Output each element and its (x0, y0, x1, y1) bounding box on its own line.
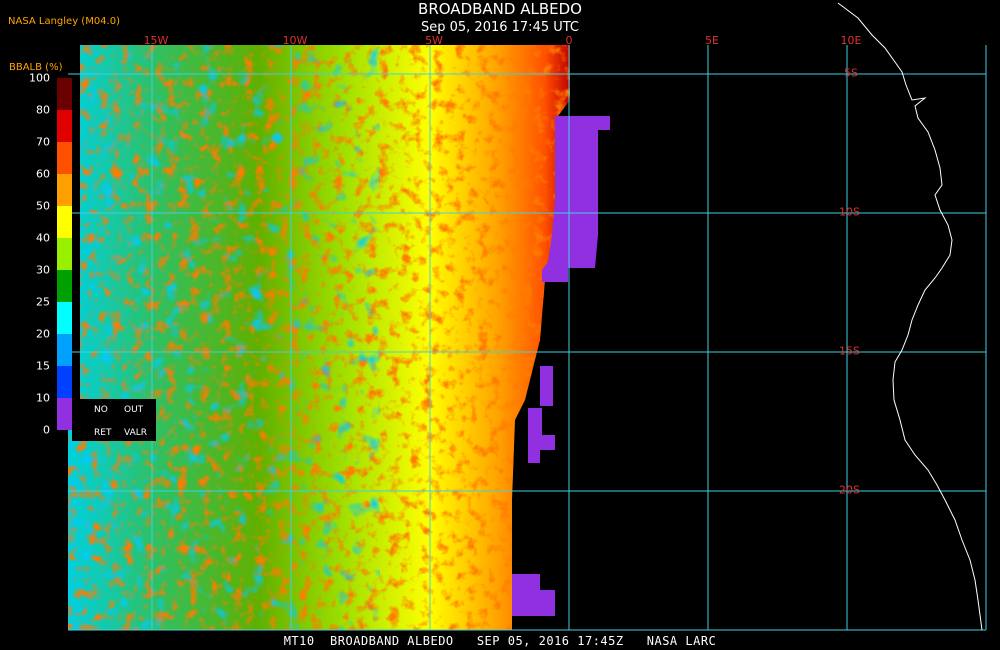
legend-swatch-100 (57, 78, 72, 110)
map-subtitle: Sep 05, 2016 17:45 UTC (420, 20, 580, 35)
lon-label-5w: 5W (425, 34, 443, 47)
legend-tick: 40 (36, 231, 50, 245)
lat-label-5s: 5S (844, 66, 858, 80)
legend-swatch-50 (57, 206, 72, 238)
legend-tick: 20 (36, 327, 50, 341)
lon-label-0: 0 (565, 34, 573, 47)
legend-valr-label: VALR (124, 428, 148, 438)
legend-ret-label: RET (94, 428, 112, 438)
lon-label-15w: 15W (143, 34, 169, 47)
legend-tick: 10 (36, 391, 50, 405)
legend-swatch-15 (57, 366, 72, 398)
legend-swatch-60 (57, 174, 72, 206)
legend-nodata-box: NO OUT RET VALR (72, 399, 156, 441)
legend-tick: 50 (36, 199, 50, 213)
legend-tick: 100 (29, 71, 50, 85)
lon-label-10e: 10E (840, 34, 862, 47)
albedo-swath (68, 45, 570, 630)
legend-swatch-80 (57, 110, 72, 142)
legend-tick: 30 (36, 263, 50, 277)
albedo-map (68, 2, 987, 631)
footer-caption: MT10 BROADBAND ALBEDO SEP 05, 2016 17:45… (283, 634, 717, 648)
coastline (837, 2, 983, 631)
legend-swatch-40 (57, 238, 72, 270)
producer-label: NASA Langley (M04.0) (8, 16, 120, 27)
lon-label-5e: 5E (705, 34, 719, 47)
legend-tick: 80 (36, 103, 50, 117)
legend-swatch-30 (57, 270, 72, 302)
legend-out-label: OUT (124, 405, 144, 415)
lat-label-10s: 10S (839, 205, 860, 219)
legend-tick: 15 (36, 359, 50, 373)
legend-tick: 60 (36, 167, 50, 181)
legend-swatch-25 (57, 302, 72, 334)
lat-label-15s: 15S (839, 344, 860, 358)
map-title: BROADBAND ALBEDO (418, 0, 582, 18)
legend-no-label: NO (94, 405, 108, 415)
legend-tick: 70 (36, 135, 50, 149)
legend-tick: 25 (36, 295, 50, 309)
lon-label-10w: 10W (282, 34, 308, 47)
legend-swatch-70 (57, 142, 72, 174)
legend-swatch-10 (57, 398, 72, 430)
legend-swatch-20 (57, 334, 72, 366)
legend-tick: 0 (43, 423, 50, 437)
lat-label-20s: 20S (839, 483, 860, 497)
